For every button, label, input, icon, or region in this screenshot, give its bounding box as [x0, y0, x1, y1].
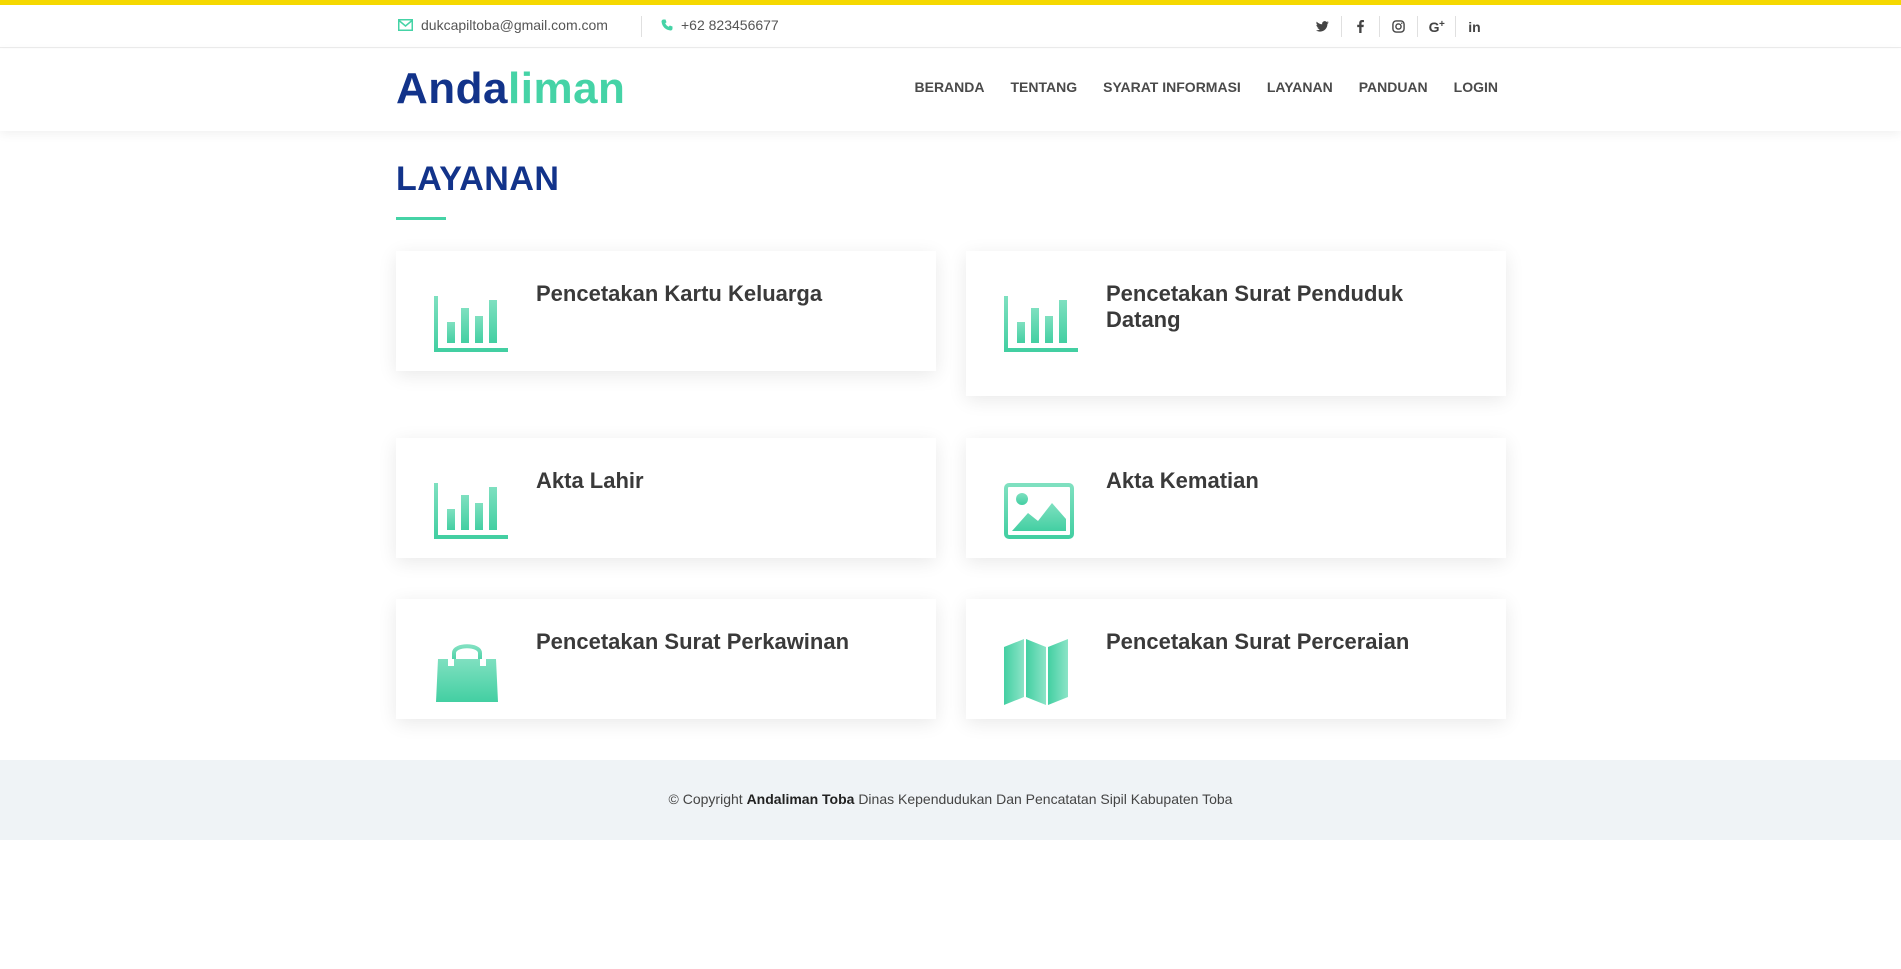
linkedin-icon[interactable]: in — [1455, 16, 1493, 37]
service-title: Pencetakan Kartu Keluarga — [536, 281, 823, 306]
logo-part2: liman — [508, 64, 626, 113]
image-icon — [1004, 483, 1074, 539]
map-icon — [1004, 639, 1068, 705]
envelope-icon — [398, 19, 413, 31]
site-header: Andaliman BERANDA TENTANG SYARAT INFORMA… — [0, 49, 1901, 131]
logo[interactable]: Andaliman — [396, 64, 625, 114]
service-title: Pencetakan Surat Perceraian — [1106, 629, 1410, 654]
service-card-kartu-keluarga[interactable]: Pencetakan Kartu Keluarga — [396, 251, 936, 371]
nav-layanan[interactable]: LAYANAN — [1267, 79, 1333, 95]
email-text: dukcapiltoba@gmail.com.com — [421, 17, 608, 33]
copyright-suffix: Dinas Kependudukan Dan Pencatatan Sipil … — [858, 791, 1233, 807]
nav-syarat-informasi[interactable]: SYARAT INFORMASI — [1103, 79, 1241, 95]
bar-chart-icon — [1004, 296, 1078, 352]
service-card-perceraian[interactable]: Pencetakan Surat Perceraian — [966, 599, 1506, 719]
service-card-akta-kematian[interactable]: Akta Kematian — [966, 438, 1506, 558]
nav-login[interactable]: LOGIN — [1454, 79, 1498, 95]
copyright-text: © Copyright Andaliman Toba Dinas Kependu… — [0, 791, 1901, 807]
page-title: LAYANAN — [396, 160, 560, 198]
nav-beranda[interactable]: BERANDA — [915, 79, 985, 95]
service-title: Akta Kematian — [1106, 468, 1259, 493]
service-title: Akta Lahir — [536, 468, 644, 493]
shopping-bag-icon — [436, 644, 498, 702]
instagram-icon[interactable] — [1379, 16, 1417, 37]
phone-text: +62 823456677 — [681, 17, 779, 33]
nav-tentang[interactable]: TENTANG — [1011, 79, 1078, 95]
service-card-perkawinan[interactable]: Pencetakan Surat Perkawinan — [396, 599, 936, 719]
service-card-akta-lahir[interactable]: Akta Lahir — [396, 438, 936, 558]
title-underline — [396, 217, 446, 220]
bar-chart-icon — [434, 296, 508, 352]
logo-part1: Anda — [396, 64, 508, 113]
phone-icon — [661, 19, 673, 31]
site-footer: © Copyright Andaliman Toba Dinas Kependu… — [0, 760, 1901, 840]
service-card-penduduk-datang[interactable]: Pencetakan Surat Penduduk Datang — [966, 251, 1506, 396]
divider — [641, 16, 642, 37]
google-plus-icon[interactable]: G+ — [1417, 16, 1455, 37]
copyright-prefix: © Copyright — [668, 791, 743, 807]
service-title: Pencetakan Surat Perkawinan — [536, 629, 850, 654]
copyright-brand: Andaliman Toba — [746, 791, 855, 807]
facebook-icon[interactable] — [1341, 16, 1379, 37]
top-bar: dukcapiltoba@gmail.com.com +62 823456677… — [0, 5, 1901, 48]
twitter-icon[interactable] — [1303, 16, 1341, 37]
bar-chart-icon — [434, 483, 508, 539]
main-nav: BERANDA TENTANG SYARAT INFORMASI LAYANAN… — [915, 79, 1499, 95]
service-title: Pencetakan Surat Penduduk Datang — [1106, 281, 1404, 332]
nav-panduan[interactable]: PANDUAN — [1359, 79, 1428, 95]
contact-email[interactable]: dukcapiltoba@gmail.com.com — [398, 17, 608, 33]
contact-phone[interactable]: +62 823456677 — [661, 17, 779, 33]
social-links: G+ in — [1303, 16, 1493, 37]
